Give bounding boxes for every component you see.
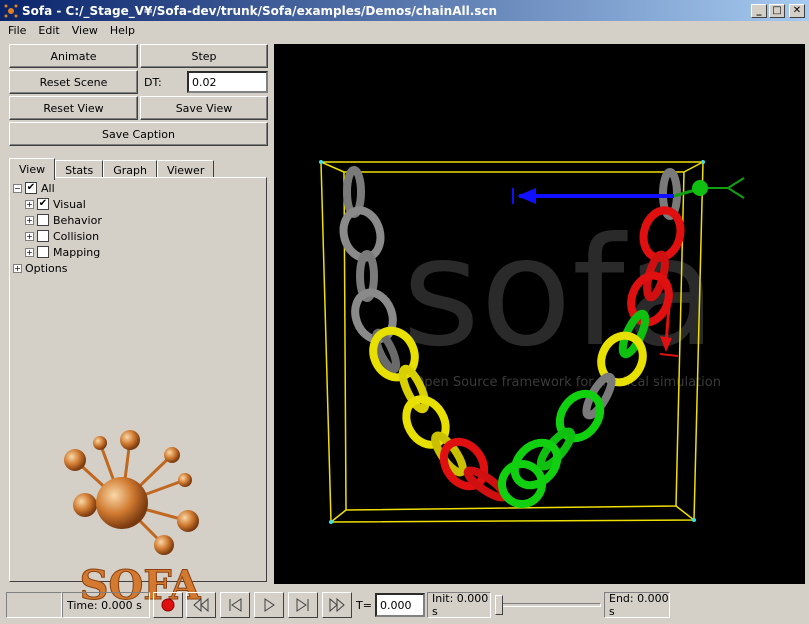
status-bar: Time: 0.000 s T= 0.000 Init: 0.000 s End… bbox=[0, 588, 809, 624]
sofa-logo: SOFA bbox=[64, 430, 202, 603]
fast-forward-button[interactable] bbox=[322, 592, 352, 618]
maximize-button[interactable]: □ bbox=[769, 3, 785, 18]
control-panel: Animate Step Reset Scene DT: 0.02 Reset … bbox=[6, 42, 270, 603]
dt-label: DT: bbox=[144, 76, 162, 89]
tree-label-collision: Collision bbox=[53, 229, 100, 243]
tree-label-mapping: Mapping bbox=[53, 245, 101, 259]
status-empty-box bbox=[6, 592, 62, 618]
expand-icon[interactable]: + bbox=[25, 199, 34, 209]
watermark-subtitle: Open Source framework for medical simula… bbox=[414, 375, 721, 390]
reset-scene-button[interactable]: Reset Scene bbox=[9, 70, 138, 94]
save-caption-button[interactable]: Save Caption bbox=[9, 122, 268, 146]
menu-bar: File Edit View Help bbox=[0, 21, 809, 39]
checkbox-all[interactable]: ✔ bbox=[25, 182, 37, 194]
tree-item-options[interactable]: + Options bbox=[13, 260, 67, 276]
play-icon bbox=[264, 598, 275, 612]
end-readout: End: 0.000 s bbox=[604, 592, 670, 618]
dt-input[interactable]: 0.02 bbox=[187, 71, 268, 93]
expand-icon[interactable]: + bbox=[25, 215, 34, 225]
checkbox-behavior[interactable] bbox=[37, 214, 49, 226]
rewind-button[interactable] bbox=[186, 592, 216, 618]
slider-handle[interactable] bbox=[495, 595, 503, 615]
tree-label-visual: Visual bbox=[53, 197, 86, 211]
expand-icon[interactable]: + bbox=[25, 247, 34, 257]
close-button[interactable]: ✕ bbox=[789, 3, 805, 18]
checkbox-collision[interactable] bbox=[37, 230, 49, 242]
tab-bar: View Stats Graph Viewer bbox=[9, 158, 215, 180]
checkbox-mapping[interactable] bbox=[37, 246, 49, 258]
step-back-button[interactable] bbox=[220, 592, 250, 618]
time-input[interactable]: 0.000 bbox=[375, 593, 425, 617]
tab-view[interactable]: View bbox=[9, 158, 56, 180]
rewind-icon bbox=[193, 598, 209, 612]
t-label: T= bbox=[356, 599, 372, 612]
title-bar: Sofa - C:/_Stage_V¥/Sofa-dev/trunk/Sofa/… bbox=[0, 0, 809, 21]
tree-item-collision[interactable]: + Collision bbox=[25, 228, 99, 244]
menu-edit[interactable]: Edit bbox=[32, 24, 65, 37]
step-back-icon bbox=[229, 598, 242, 612]
time-readout: Time: 0.000 s bbox=[62, 592, 150, 618]
play-button[interactable] bbox=[254, 592, 284, 618]
expand-icon[interactable]: + bbox=[25, 231, 34, 241]
sofa-app-icon bbox=[4, 4, 18, 18]
scene-render: sofa Open Source framework for medical s… bbox=[319, 160, 745, 524]
menu-file[interactable]: File bbox=[2, 24, 32, 37]
tree-item-all[interactable]: − ✔ All bbox=[13, 180, 55, 196]
tree-item-visual[interactable]: + ✔ Visual bbox=[25, 196, 86, 212]
menu-view[interactable]: View bbox=[66, 24, 104, 37]
record-icon bbox=[161, 598, 175, 612]
time-slider[interactable] bbox=[493, 593, 603, 617]
window-title: Sofa - C:/_Stage_V¥/Sofa-dev/trunk/Sofa/… bbox=[22, 3, 498, 18]
minimize-button[interactable]: _ bbox=[751, 3, 767, 18]
tree-item-behavior[interactable]: + Behavior bbox=[25, 212, 102, 228]
tree-label-behavior: Behavior bbox=[53, 213, 102, 227]
tree-item-mapping[interactable]: + Mapping bbox=[25, 244, 100, 260]
3d-viewport[interactable]: sofa Open Source framework for medical s… bbox=[274, 44, 805, 584]
fast-forward-icon bbox=[329, 598, 345, 612]
collapse-icon[interactable]: − bbox=[13, 183, 22, 193]
step-forward-icon bbox=[296, 598, 309, 612]
step-button[interactable]: Step bbox=[140, 44, 268, 68]
tree-label-all: All bbox=[41, 181, 55, 195]
step-forward-button[interactable] bbox=[288, 592, 318, 618]
reset-view-button[interactable]: Reset View bbox=[9, 96, 138, 120]
save-view-button[interactable]: Save View bbox=[140, 96, 268, 120]
init-readout: Init: 0.000 s bbox=[427, 592, 491, 618]
menu-help[interactable]: Help bbox=[104, 24, 141, 37]
checkbox-visual[interactable]: ✔ bbox=[37, 198, 49, 210]
animate-button[interactable]: Animate bbox=[9, 44, 138, 68]
tree-label-options: Options bbox=[25, 261, 68, 275]
record-button[interactable] bbox=[153, 592, 183, 618]
view-tab-pane: − ✔ All + ✔ Visual + Behavior + Collisio… bbox=[9, 177, 267, 603]
expand-icon[interactable]: + bbox=[13, 263, 22, 273]
